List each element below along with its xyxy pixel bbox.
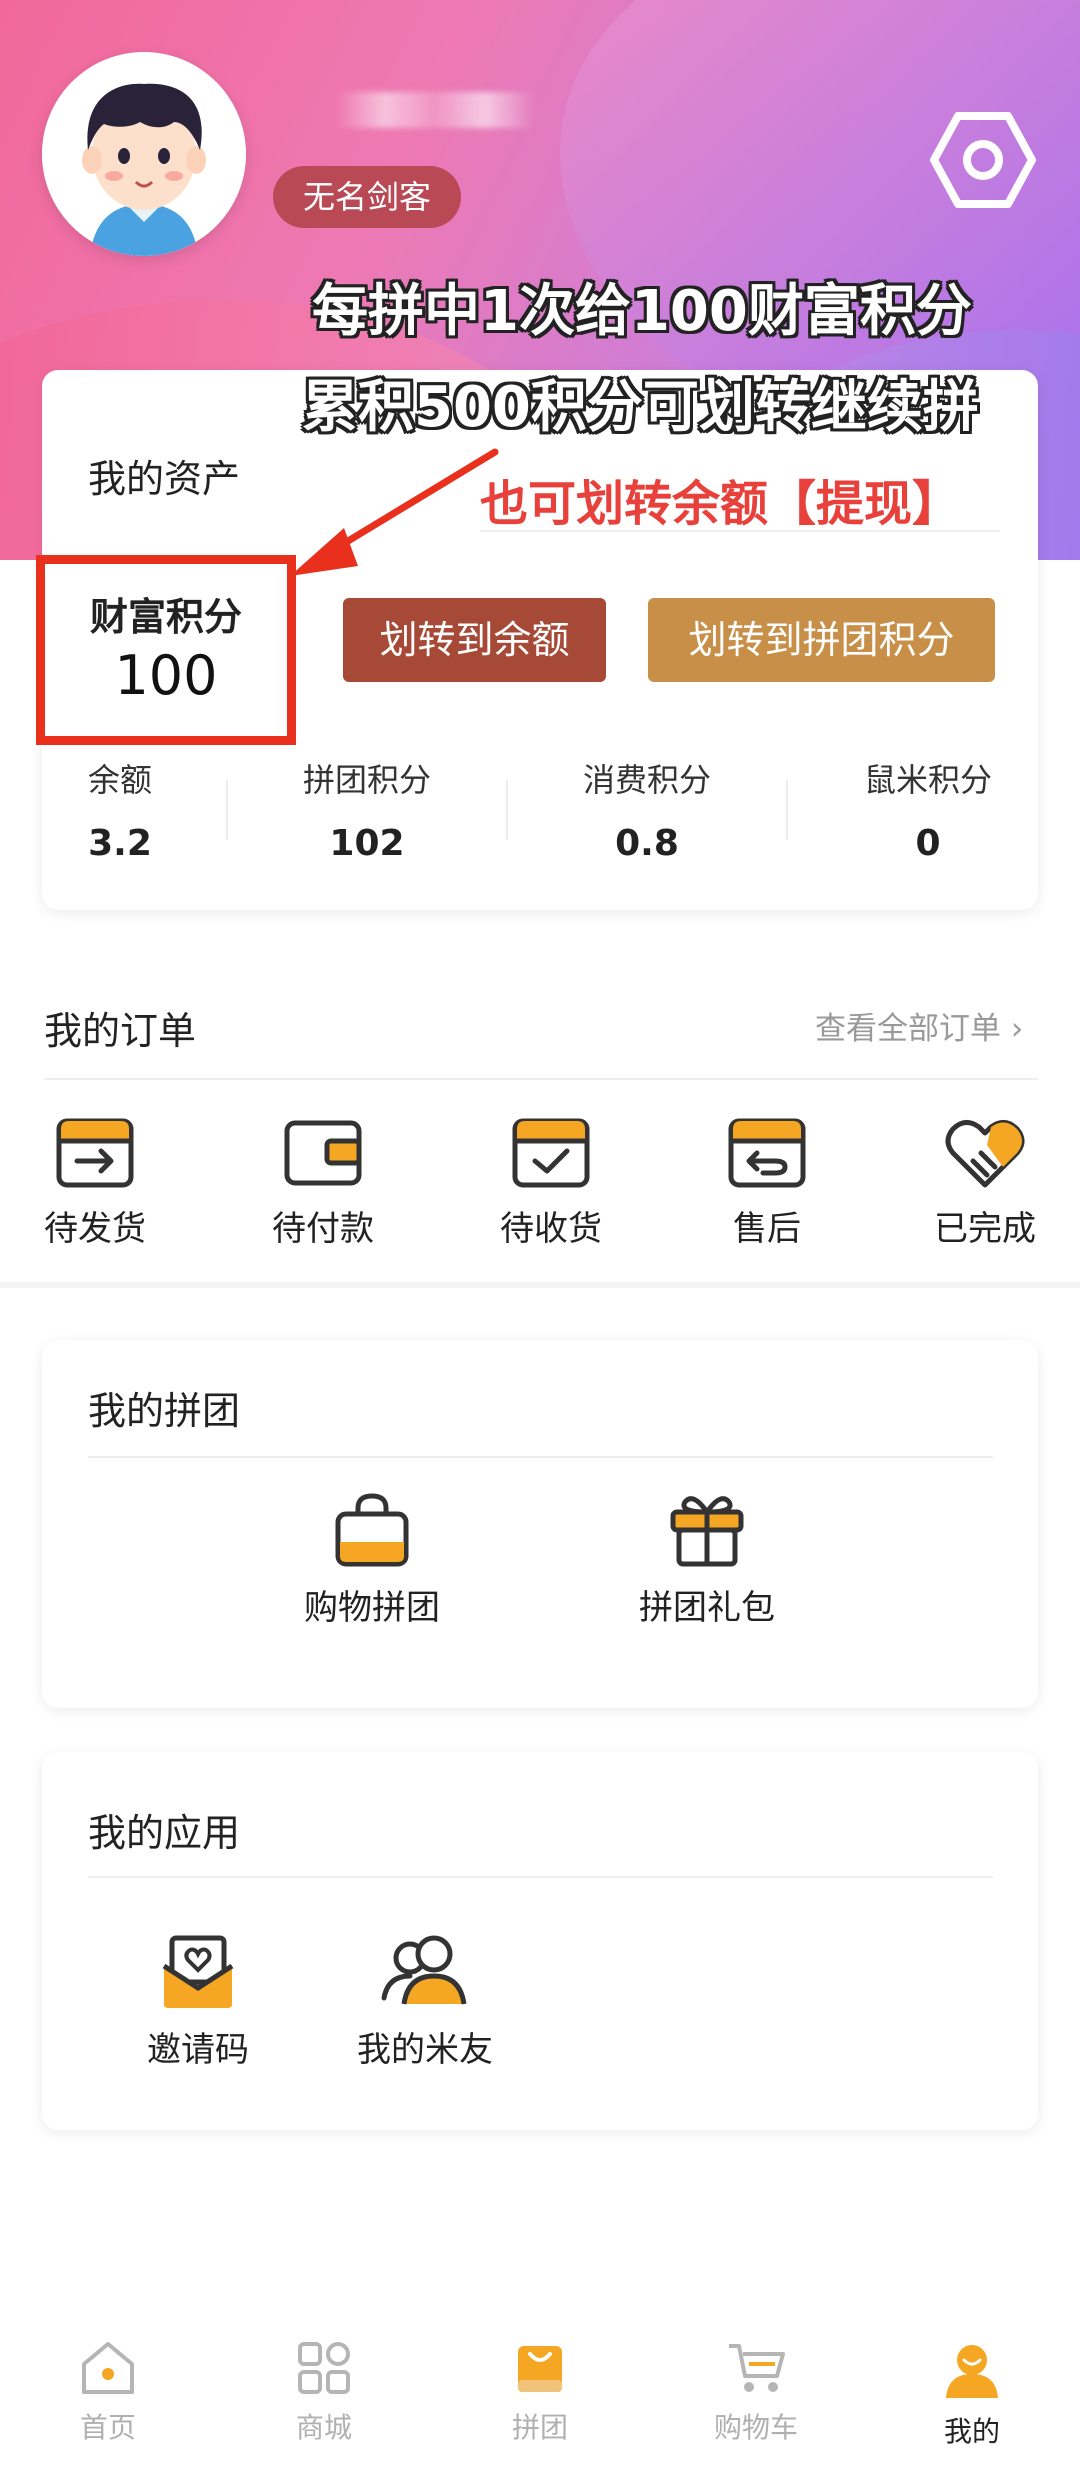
stat-consume-points[interactable]: 消费积分 0.8 (527, 755, 767, 864)
stat-balance[interactable]: 余额 3.2 (0, 755, 240, 864)
order-label: 待付款 (272, 1209, 374, 1249)
order-label: 已完成 (934, 1209, 1036, 1249)
order-pending-payment[interactable]: 待付款 (238, 1115, 408, 1250)
stat-group-points[interactable]: 拼团积分 102 (247, 755, 487, 864)
transfer-to-group-points-button[interactable]: 划转到拼团积分 (648, 598, 995, 682)
view-all-orders-link[interactable]: 查看全部订单 › (815, 1003, 1023, 1048)
bottom-tab-bar: 首页 商城 拼团 购物车 我的 (0, 2300, 1080, 2470)
level-badge: 无名剑客 (273, 166, 462, 228)
profile-icon (946, 2345, 998, 2398)
app-label: 邀请码 (147, 2030, 249, 2070)
order-label: 待收货 (500, 1209, 602, 1249)
return-box-icon (728, 1118, 806, 1188)
tab-label: 拼团 (511, 2411, 568, 2444)
stat-value: 3.2 (88, 823, 152, 864)
stat-value: 0.8 (615, 823, 679, 864)
tab-label: 商城 (295, 2411, 352, 2444)
transfer-to-balance-button[interactable]: 划转到余额 (343, 598, 606, 682)
tab-label: 首页 (79, 2411, 136, 2444)
cart-icon (729, 2344, 785, 2392)
tab-label: 购物车 (713, 2411, 798, 2444)
gift-icon (670, 1496, 744, 1567)
tab-label: 我的 (943, 2415, 1000, 2448)
promo-line-2: 累积500积分可划转继续拼 (302, 375, 979, 440)
app-my-friends[interactable]: 我的米友 (315, 1932, 535, 2071)
settings-icon[interactable] (928, 110, 1038, 210)
stat-value: 102 (329, 823, 405, 864)
stat-mouse-rice-points[interactable]: 鼠米积分 0 (808, 755, 1048, 864)
assets-title: 我的资产 (88, 457, 241, 501)
stat-label: 拼团积分 (302, 761, 431, 799)
wealth-points-box[interactable]: 财富积分 100 (36, 555, 296, 745)
order-label: 售后 (733, 1209, 801, 1249)
receive-box-icon (512, 1118, 590, 1188)
divider (506, 780, 508, 840)
wealth-points-value: 100 (114, 644, 218, 707)
app-invite-code[interactable]: 邀请码 (88, 1932, 308, 2071)
tab-home[interactable]: 首页 (28, 2340, 188, 2446)
group-label: 购物拼团 (304, 1588, 440, 1628)
tab-mine[interactable]: 我的 (892, 2340, 1052, 2450)
group-gift-pack[interactable]: 拼团礼包 (597, 1490, 817, 1629)
divider (88, 1456, 993, 1458)
divider (786, 780, 788, 840)
username-redacted (335, 92, 535, 128)
divider (226, 780, 228, 840)
divider (44, 1078, 1038, 1080)
wealth-points-label: 财富积分 (89, 595, 242, 639)
invite-envelope-icon (162, 1935, 234, 2008)
orders-title: 我的订单 (44, 1009, 197, 1053)
heart-hand-icon (945, 1120, 1025, 1188)
home-icon (82, 2342, 134, 2394)
group-label: 拼团礼包 (639, 1588, 775, 1628)
wallet-icon (284, 1120, 362, 1186)
stat-value: 0 (915, 823, 941, 864)
apps-title: 我的应用 (88, 1811, 241, 1855)
stat-label: 余额 (87, 761, 152, 799)
order-pending-receipt[interactable]: 待收货 (466, 1115, 636, 1250)
app-label: 我的米友 (357, 2030, 493, 2070)
tab-group[interactable]: 拼团 (460, 2340, 620, 2446)
order-label: 待发货 (44, 1209, 146, 1249)
order-pending-shipment[interactable]: 待发货 (10, 1115, 180, 1250)
divider (88, 1876, 993, 1878)
promo-line-1: 每拼中1次给100财富积分 (312, 279, 972, 344)
tab-cart[interactable]: 购物车 (676, 2340, 836, 2446)
grid-icon (298, 2342, 350, 2394)
ship-box-icon (56, 1118, 134, 1188)
section-gap (0, 1282, 1080, 1288)
order-completed[interactable]: 已完成 (900, 1115, 1070, 1250)
annotation-arrow (290, 448, 499, 576)
order-after-sales[interactable]: 售后 (682, 1115, 852, 1250)
group-shopping[interactable]: 购物拼团 (262, 1490, 482, 1629)
friends-icon (381, 1935, 467, 2005)
avatar[interactable] (42, 52, 246, 256)
stat-label: 消费积分 (582, 761, 711, 799)
promo-note: 也可划转余额【提现】 (480, 476, 961, 532)
group-bag-icon (518, 2346, 562, 2392)
tab-mall[interactable]: 商城 (244, 2340, 404, 2446)
divider (480, 530, 1000, 532)
groups-title: 我的拼团 (88, 1389, 241, 1433)
stat-label: 鼠米积分 (863, 761, 992, 799)
shopping-bag-icon (335, 1493, 409, 1567)
